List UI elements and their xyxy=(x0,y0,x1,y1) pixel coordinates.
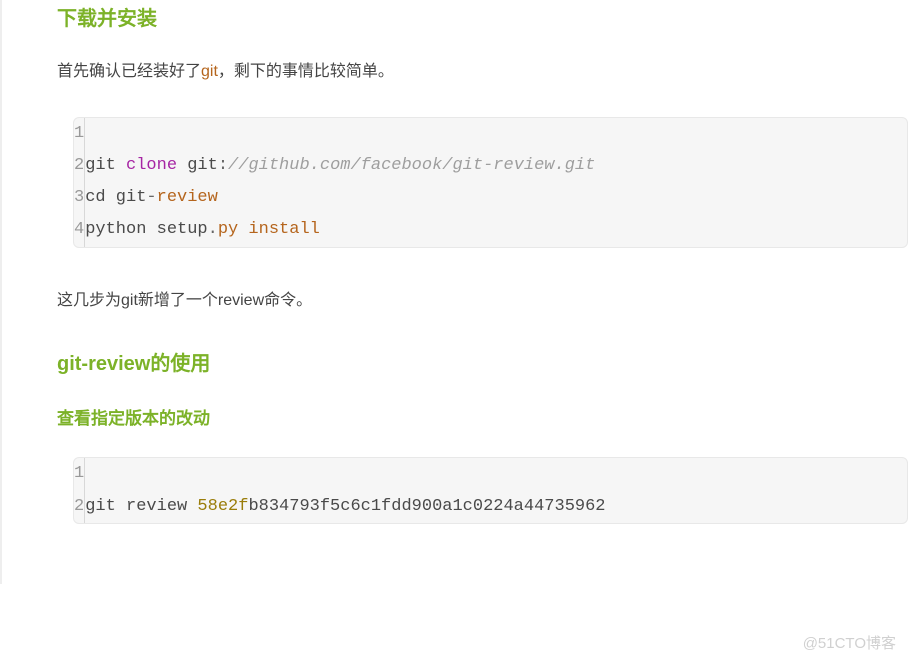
code-gutter: 12 xyxy=(74,458,85,523)
intro-text-before: 首先确认已经装好了 xyxy=(57,63,201,80)
code-line: git review 58e2fb834793f5c6c1fdd900a1c02… xyxy=(85,491,907,523)
line-number: 1 xyxy=(74,458,84,490)
line-number: 1 xyxy=(74,118,84,150)
section-heading-download: 下载并安装 xyxy=(57,0,908,31)
code-line: git clone git://github.com/facebook/git-… xyxy=(85,150,907,182)
line-number: 2 xyxy=(74,491,84,523)
code-gutter: 1234 xyxy=(74,118,85,247)
section-heading-usage: git-review的使用 xyxy=(57,345,908,376)
git-link[interactable]: git xyxy=(201,63,218,80)
intro-paragraph: 首先确认已经装好了git，剩下的事情比较简单。 xyxy=(57,59,908,85)
code-line xyxy=(85,458,907,490)
subheading-view-change: 查看指定版本的改动 xyxy=(57,404,908,429)
after-install-para: 这几步为git新增了一个review命令。 xyxy=(57,288,908,314)
code-line: python setup.py install xyxy=(85,214,907,246)
intro-text-after: ，剩下的事情比较简单。 xyxy=(218,63,394,80)
article-content: 下载并安装 首先确认已经装好了git，剩下的事情比较简单。 1234 git c… xyxy=(0,0,908,584)
code-line: cd git-review xyxy=(85,182,907,214)
code-block-install: 1234 git clone git://github.com/facebook… xyxy=(73,117,908,248)
watermark: @51CTO博客 xyxy=(803,632,896,653)
line-number: 2 xyxy=(74,150,84,182)
line-number: 4 xyxy=(74,214,84,246)
code-block-review: 12 git review 58e2fb834793f5c6c1fdd900a1… xyxy=(73,457,908,524)
line-number: 3 xyxy=(74,182,84,214)
code-line xyxy=(85,118,907,150)
code-body[interactable]: git clone git://github.com/facebook/git-… xyxy=(85,118,907,247)
code-body[interactable]: git review 58e2fb834793f5c6c1fdd900a1c02… xyxy=(85,458,907,523)
